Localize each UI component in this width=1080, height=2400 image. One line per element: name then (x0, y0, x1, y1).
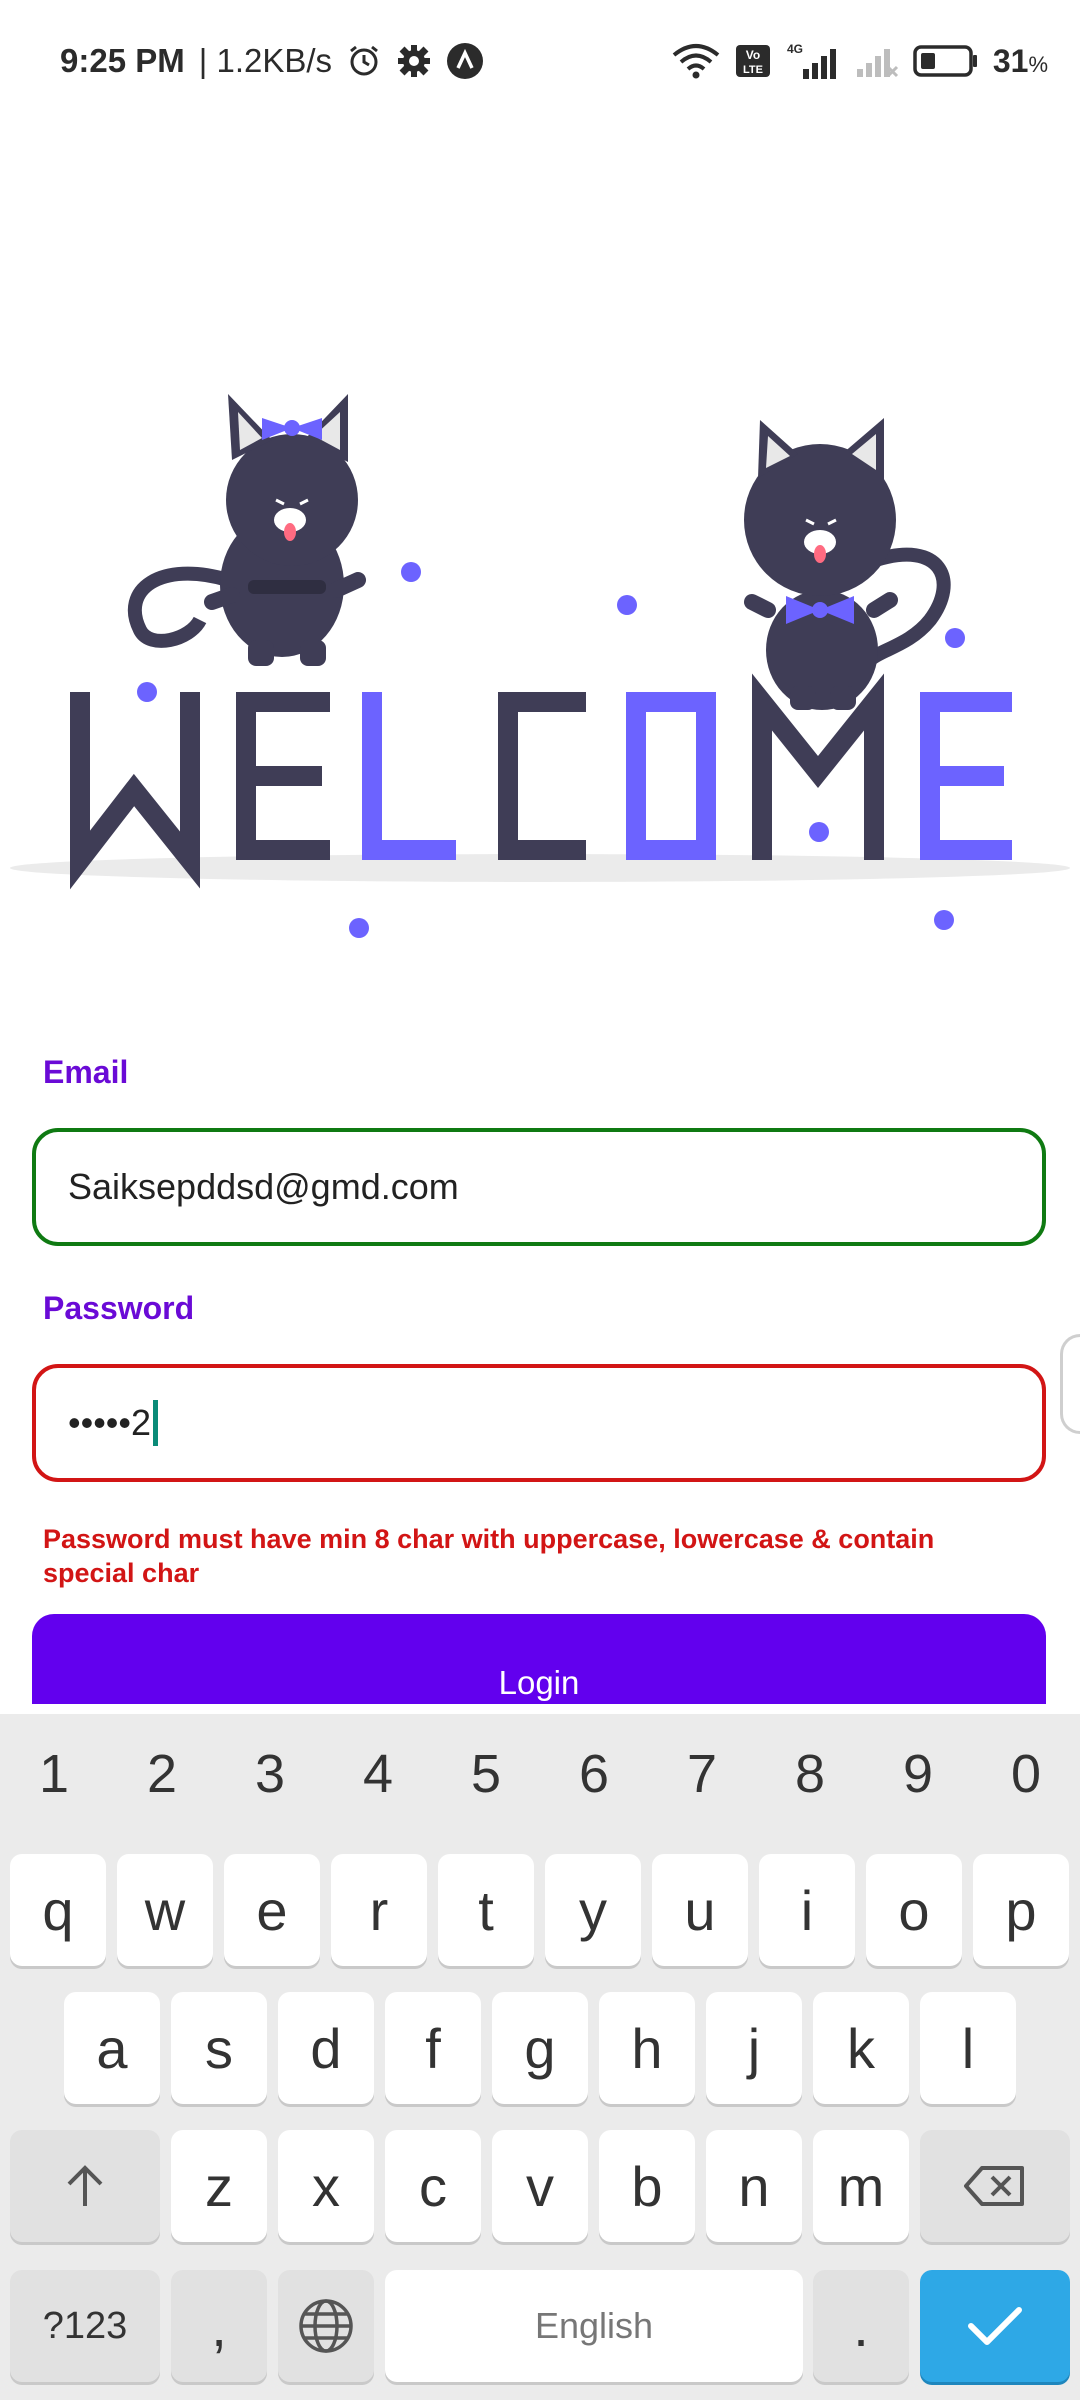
key-e[interactable]: e (224, 1854, 320, 1966)
status-time: 9:25 PM (60, 42, 185, 79)
svg-text:LTE: LTE (743, 64, 763, 76)
svg-text:4G: 4G (787, 42, 803, 56)
letter-l (362, 692, 456, 860)
key-n[interactable]: n (706, 2130, 802, 2242)
letter-w (70, 692, 200, 890)
letter-o (626, 692, 716, 860)
key-2[interactable]: 2 (108, 1744, 216, 1804)
key-0[interactable]: 0 (972, 1744, 1080, 1804)
password-value: •••••2 (68, 1402, 152, 1443)
text-caret (153, 1400, 159, 1446)
key-p[interactable]: p (973, 1854, 1069, 1966)
key-6[interactable]: 6 (540, 1744, 648, 1804)
period-key[interactable]: . (813, 2270, 909, 2382)
key-v[interactable]: v (492, 2130, 588, 2242)
key-a[interactable]: a (64, 1992, 160, 2104)
key-q[interactable]: q (10, 1854, 106, 1966)
key-j[interactable]: j (706, 1992, 802, 2104)
key-m[interactable]: m (813, 2130, 909, 2242)
shift-key[interactable] (10, 2130, 160, 2242)
key-4[interactable]: 4 (324, 1744, 432, 1804)
signal-no-service-icon (855, 43, 899, 79)
signal-4g-icon: 4G (785, 41, 841, 81)
screen: 9:25 PM | 1.2KB/s Vo LTE 4G 31% Email Sa… (0, 0, 1080, 2400)
key-8[interactable]: 8 (756, 1744, 864, 1804)
status-right: Vo LTE 4G 31% (671, 41, 1048, 81)
key-d[interactable]: d (278, 1992, 374, 2104)
status-left: 9:25 PM | 1.2KB/s (60, 42, 484, 80)
key-w[interactable]: w (117, 1854, 213, 1966)
key-y[interactable]: y (545, 1854, 641, 1966)
key-3[interactable]: 3 (216, 1744, 324, 1804)
email-field[interactable]: Saiksepddsd@gmd.com (32, 1128, 1046, 1246)
done-key[interactable] (920, 2270, 1070, 2382)
battery-icon (913, 44, 979, 78)
key-s[interactable]: s (171, 1992, 267, 2104)
key-9[interactable]: 9 (864, 1744, 972, 1804)
letter-e-1 (236, 692, 330, 860)
alarm-icon (346, 43, 382, 79)
key-o[interactable]: o (866, 1854, 962, 1966)
key-k[interactable]: k (813, 1992, 909, 2104)
password-field[interactable]: •••••2 (32, 1364, 1046, 1482)
key-x[interactable]: x (278, 2130, 374, 2242)
key-l[interactable]: l (920, 1992, 1016, 2104)
login-button[interactable]: Login (32, 1614, 1046, 1704)
volte-icon: Vo LTE (735, 44, 771, 78)
key-z[interactable]: z (171, 2130, 267, 2242)
welcome-letters (70, 673, 1012, 890)
key-h[interactable]: h (599, 1992, 695, 2104)
network-speed: | 1.2KB/s (198, 42, 333, 79)
shift-arrow-icon (67, 2165, 103, 2206)
email-label: Email (43, 1054, 129, 1090)
svg-text:Vo: Vo (746, 48, 760, 62)
letter-e-2 (920, 692, 1012, 860)
left-cat-illustration (127, 394, 366, 666)
email-value: Saiksepddsd@gmd.com (68, 1166, 459, 1207)
password-label: Password (43, 1290, 195, 1326)
status-bar: 9:25 PM | 1.2KB/s Vo LTE 4G 31% (0, 0, 1080, 122)
backspace-key[interactable] (920, 2130, 1070, 2242)
edge-panel-handle[interactable] (1060, 1334, 1080, 1434)
comma-key[interactable]: , (171, 2270, 267, 2382)
key-t[interactable]: t (438, 1854, 534, 1966)
keyboard-number-row: 1 2 3 4 5 6 7 8 9 0 (0, 1744, 1080, 1804)
key-c[interactable]: c (385, 2130, 481, 2242)
letter-c (498, 692, 586, 860)
wifi-icon (671, 43, 721, 79)
globe-icon (299, 2299, 353, 2353)
battery-level: 31% (992, 42, 1048, 79)
key-g[interactable]: g (492, 1992, 588, 2104)
login-button-label: Login (498, 1664, 580, 1701)
key-f[interactable]: f (385, 1992, 481, 2104)
key-1[interactable]: 1 (0, 1744, 108, 1804)
key-5[interactable]: 5 (432, 1744, 540, 1804)
space-key[interactable]: English (385, 2270, 803, 2382)
welcome-illustration (10, 394, 1070, 938)
checkmark-icon (968, 2307, 1022, 2345)
app-notification-icon (446, 42, 484, 80)
language-key[interactable] (278, 2270, 374, 2382)
settings-gear-icon (396, 43, 432, 79)
key-7[interactable]: 7 (648, 1744, 756, 1804)
password-error-message: Password must have min 8 char with upper… (43, 1524, 935, 1588)
soft-keyboard: 1 2 3 4 5 6 7 8 9 0 q w e r t y u i o p … (0, 1714, 1080, 2400)
right-cat-illustration (744, 418, 951, 710)
key-u[interactable]: u (652, 1854, 748, 1966)
backspace-icon (964, 2166, 1024, 2206)
key-b[interactable]: b (599, 2130, 695, 2242)
symbols-key[interactable]: ?123 (10, 2270, 160, 2382)
key-r[interactable]: r (331, 1854, 427, 1966)
key-i[interactable]: i (759, 1854, 855, 1966)
